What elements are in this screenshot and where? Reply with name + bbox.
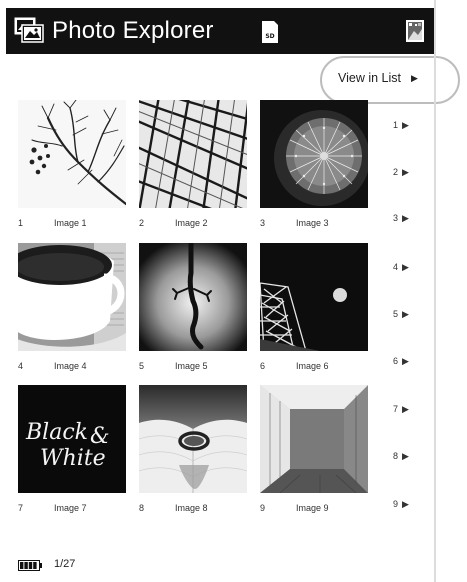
arrow-right-icon: ▶ bbox=[402, 166, 409, 177]
battery-icon bbox=[18, 560, 42, 571]
image-7-text-black: Black bbox=[25, 420, 88, 445]
arrow-right-icon: ▶ bbox=[402, 403, 409, 414]
image-caption-2: 2 Image 2 bbox=[139, 218, 208, 228]
image-3-picture bbox=[260, 100, 368, 208]
page-index-8[interactable]: 8 ▶ bbox=[393, 449, 423, 463]
app-title: Photo Explorer bbox=[52, 17, 214, 44]
arrow-right-icon: ▶ bbox=[402, 308, 409, 319]
image-caption-8: 8 Image 8 bbox=[139, 503, 208, 513]
arrow-right-icon: ▶ bbox=[411, 72, 418, 83]
page-index-4[interactable]: 4 ▶ bbox=[393, 260, 423, 274]
image-7-picture: Black & White bbox=[18, 385, 126, 493]
image-thumbnail-9[interactable] bbox=[260, 385, 368, 493]
image-thumbnail-7[interactable]: Black & White bbox=[18, 385, 126, 493]
page-index-7[interactable]: 7 ▶ bbox=[393, 402, 423, 416]
image-thumbnail-4[interactable] bbox=[18, 243, 126, 351]
arrow-right-icon: ▶ bbox=[402, 498, 409, 509]
image-7-text-white: White bbox=[40, 446, 106, 471]
image-caption-3: 3 Image 3 bbox=[260, 218, 329, 228]
image-caption-6: 6 Image 6 bbox=[260, 361, 329, 371]
page-index-2[interactable]: 2 ▶ bbox=[393, 165, 423, 179]
image-5-picture bbox=[139, 243, 247, 351]
reader-screen: Photo Explorer SD View in List ▶ 1 Image… bbox=[0, 0, 460, 582]
image-thumbnail-8[interactable] bbox=[139, 385, 247, 493]
image-icon[interactable] bbox=[404, 19, 426, 43]
page-index-9[interactable]: 9 ▶ bbox=[393, 497, 423, 511]
image-6-picture bbox=[260, 243, 368, 351]
arrow-right-icon: ▶ bbox=[402, 450, 409, 461]
sd-card-icon: SD bbox=[262, 21, 278, 43]
svg-text:SD: SD bbox=[265, 33, 274, 40]
photo-explorer-icon bbox=[14, 17, 44, 43]
image-4-picture bbox=[18, 243, 126, 351]
image-caption-4: 4 Image 4 bbox=[18, 361, 87, 371]
image-caption-9: 9 Image 9 bbox=[260, 503, 329, 513]
screen-edge bbox=[434, 0, 436, 582]
image-caption-5: 5 Image 5 bbox=[139, 361, 208, 371]
image-thumbnail-6[interactable] bbox=[260, 243, 368, 351]
page-index-3[interactable]: 3 ▶ bbox=[393, 211, 423, 225]
arrow-right-icon: ▶ bbox=[402, 261, 409, 272]
arrow-right-icon: ▶ bbox=[402, 355, 409, 366]
arrow-right-icon: ▶ bbox=[402, 212, 409, 223]
arrow-right-icon: ▶ bbox=[402, 119, 409, 130]
page-counter: 1/27 bbox=[54, 558, 76, 570]
image-caption-1: 1 Image 1 bbox=[18, 218, 87, 228]
image-thumbnail-1[interactable] bbox=[18, 100, 126, 208]
view-in-list-button[interactable]: View in List ▶ bbox=[338, 68, 418, 88]
image-8-picture bbox=[139, 385, 247, 493]
image-thumbnail-2[interactable] bbox=[139, 100, 247, 208]
image-2-picture bbox=[139, 100, 247, 208]
page-index-5[interactable]: 5 ▶ bbox=[393, 307, 423, 321]
image-thumbnail-3[interactable] bbox=[260, 100, 368, 208]
page-index-6[interactable]: 6 ▶ bbox=[393, 354, 423, 368]
view-in-list-label: View in List bbox=[338, 71, 401, 85]
image-9-picture bbox=[260, 385, 368, 493]
image-caption-7: 7 Image 7 bbox=[18, 503, 87, 513]
image-1-picture bbox=[18, 100, 126, 208]
title-bar: Photo Explorer SD bbox=[6, 8, 434, 54]
image-thumbnail-5[interactable] bbox=[139, 243, 247, 351]
page-index-1[interactable]: 1 ▶ bbox=[393, 118, 423, 132]
